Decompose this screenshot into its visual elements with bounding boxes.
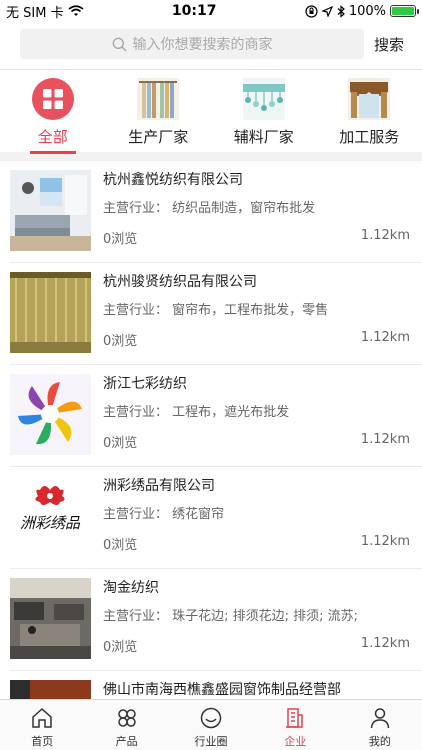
- category-accessories[interactable]: 辅料厂家: [214, 78, 314, 147]
- valance-icon: [348, 78, 391, 120]
- tab-mine[interactable]: 我的: [338, 700, 422, 750]
- company-business: 主营行业： 珠子花边; 排须花边; 排须; 流苏;: [103, 609, 359, 624]
- tab-label: 企业: [284, 735, 307, 748]
- search-input[interactable]: 输入你想要搜索的商家: [20, 29, 364, 59]
- distance: 1.12km: [360, 534, 410, 549]
- category-manufacturers[interactable]: 生产厂家: [108, 78, 208, 147]
- building-icon: [286, 708, 304, 728]
- search-row: 输入你想要搜索的商家 搜索: [0, 22, 422, 66]
- company-thumbnail: [10, 374, 91, 455]
- clock: 10:17: [171, 3, 217, 19]
- list-item[interactable]: 杭州骏贤纺织品有限公司 主营行业： 窗帘布，工程布批发，零售 0浏览 1.12k…: [10, 263, 422, 365]
- tab-enterprise[interactable]: 企业: [253, 700, 337, 750]
- company-business: 主营行业： 绣花窗帘: [103, 507, 225, 522]
- search-placeholder: 输入你想要搜索的商家: [132, 37, 273, 53]
- distance: 1.12km: [360, 636, 410, 651]
- company-thumbnail: [10, 578, 91, 659]
- home-icon: [32, 707, 52, 728]
- smiley-icon: [200, 707, 222, 729]
- company-name: 杭州骏贤纺织品有限公司: [103, 274, 257, 290]
- bluetooth-icon: [337, 4, 345, 18]
- tab-label: 产品: [115, 735, 138, 748]
- list-item[interactable]: 浙江七彩纺织 主营行业： 工程布，遮光布批发 0浏览 1.12km: [10, 365, 422, 467]
- tab-label: 我的: [368, 735, 391, 748]
- logo-text: 洲彩绣品: [20, 514, 81, 532]
- view-count: 0浏览: [103, 538, 138, 553]
- category-tabs: 全部 生产厂家 辅料厂家 加工服务: [0, 70, 422, 154]
- category-label: 生产厂家: [128, 128, 189, 146]
- tab-label: 首页: [31, 735, 54, 748]
- list-item[interactable]: 洲彩绣品 洲彩绣品有限公司 主营行业： 绣花窗帘 0浏览 1.12km: [10, 467, 422, 569]
- company-business: 主营行业： 工程布，遮光布批发: [103, 405, 290, 420]
- tab-industry-circle[interactable]: 行业圈: [169, 700, 253, 750]
- category-label: 全部: [37, 128, 68, 146]
- status-bar: 无 SIM 卡 10:17 100%: [0, 0, 422, 22]
- active-underline: [29, 151, 76, 154]
- category-label: 加工服务: [339, 128, 400, 146]
- company-name: 杭州鑫悦纺织有限公司: [103, 172, 243, 188]
- company-list: 杭州鑫悦纺织有限公司 主营行业： 纺织品制造，窗帘布批发 0浏览 1.12km …: [0, 161, 422, 750]
- product-icon: [117, 709, 136, 727]
- wifi-icon: [68, 5, 84, 16]
- location-icon: [321, 5, 333, 17]
- company-thumbnail: [10, 272, 91, 353]
- company-name: 淘金纺织: [103, 580, 159, 596]
- battery-icon: [389, 5, 419, 17]
- view-count: 0浏览: [103, 232, 138, 247]
- company-business: 主营行业： 纺织品制造，窗帘布批发: [103, 201, 316, 216]
- grid-icon: [31, 78, 74, 120]
- search-icon: [112, 37, 127, 52]
- carrier-label: 无 SIM 卡: [6, 5, 64, 21]
- curtain-icon: [137, 78, 180, 120]
- category-processing[interactable]: 加工服务: [319, 78, 419, 147]
- rotation-lock-icon: [305, 4, 318, 18]
- bottom-tab-bar: 首页 产品 行业圈 企业 我的: [0, 699, 422, 750]
- view-count: 0浏览: [103, 334, 138, 349]
- company-business: 主营行业： 窗帘布，工程布批发，零售: [103, 303, 329, 318]
- company-logo: 洲彩绣品: [10, 476, 91, 557]
- distance: 1.12km: [360, 330, 410, 345]
- tassel-fringe-icon: [242, 78, 285, 120]
- category-label: 辅料厂家: [233, 128, 294, 146]
- company-name: 洲彩绣品有限公司: [103, 478, 215, 494]
- tab-home[interactable]: 首页: [0, 700, 84, 750]
- list-item[interactable]: 淘金纺织 主营行业： 珠子花边; 排须花边; 排须; 流苏; 0浏览 1.12k…: [10, 569, 422, 671]
- view-count: 0浏览: [103, 640, 138, 655]
- distance: 1.12km: [360, 228, 410, 243]
- list-item[interactable]: 杭州鑫悦纺织有限公司 主营行业： 纺织品制造，窗帘布批发 0浏览 1.12km: [10, 161, 422, 263]
- battery-percent: 100%: [348, 3, 386, 19]
- tab-products[interactable]: 产品: [84, 700, 168, 750]
- category-all[interactable]: 全部: [3, 78, 103, 154]
- company-name: 浙江七彩纺织: [103, 376, 187, 392]
- distance: 1.12km: [360, 432, 410, 447]
- company-thumbnail: [10, 170, 91, 251]
- view-count: 0浏览: [103, 436, 138, 451]
- company-name: 佛山市南海西樵鑫盛园窗饰制品经营部: [103, 682, 341, 698]
- user-icon: [370, 708, 390, 729]
- tab-label: 行业圈: [194, 735, 228, 748]
- search-button[interactable]: 搜索: [364, 34, 414, 55]
